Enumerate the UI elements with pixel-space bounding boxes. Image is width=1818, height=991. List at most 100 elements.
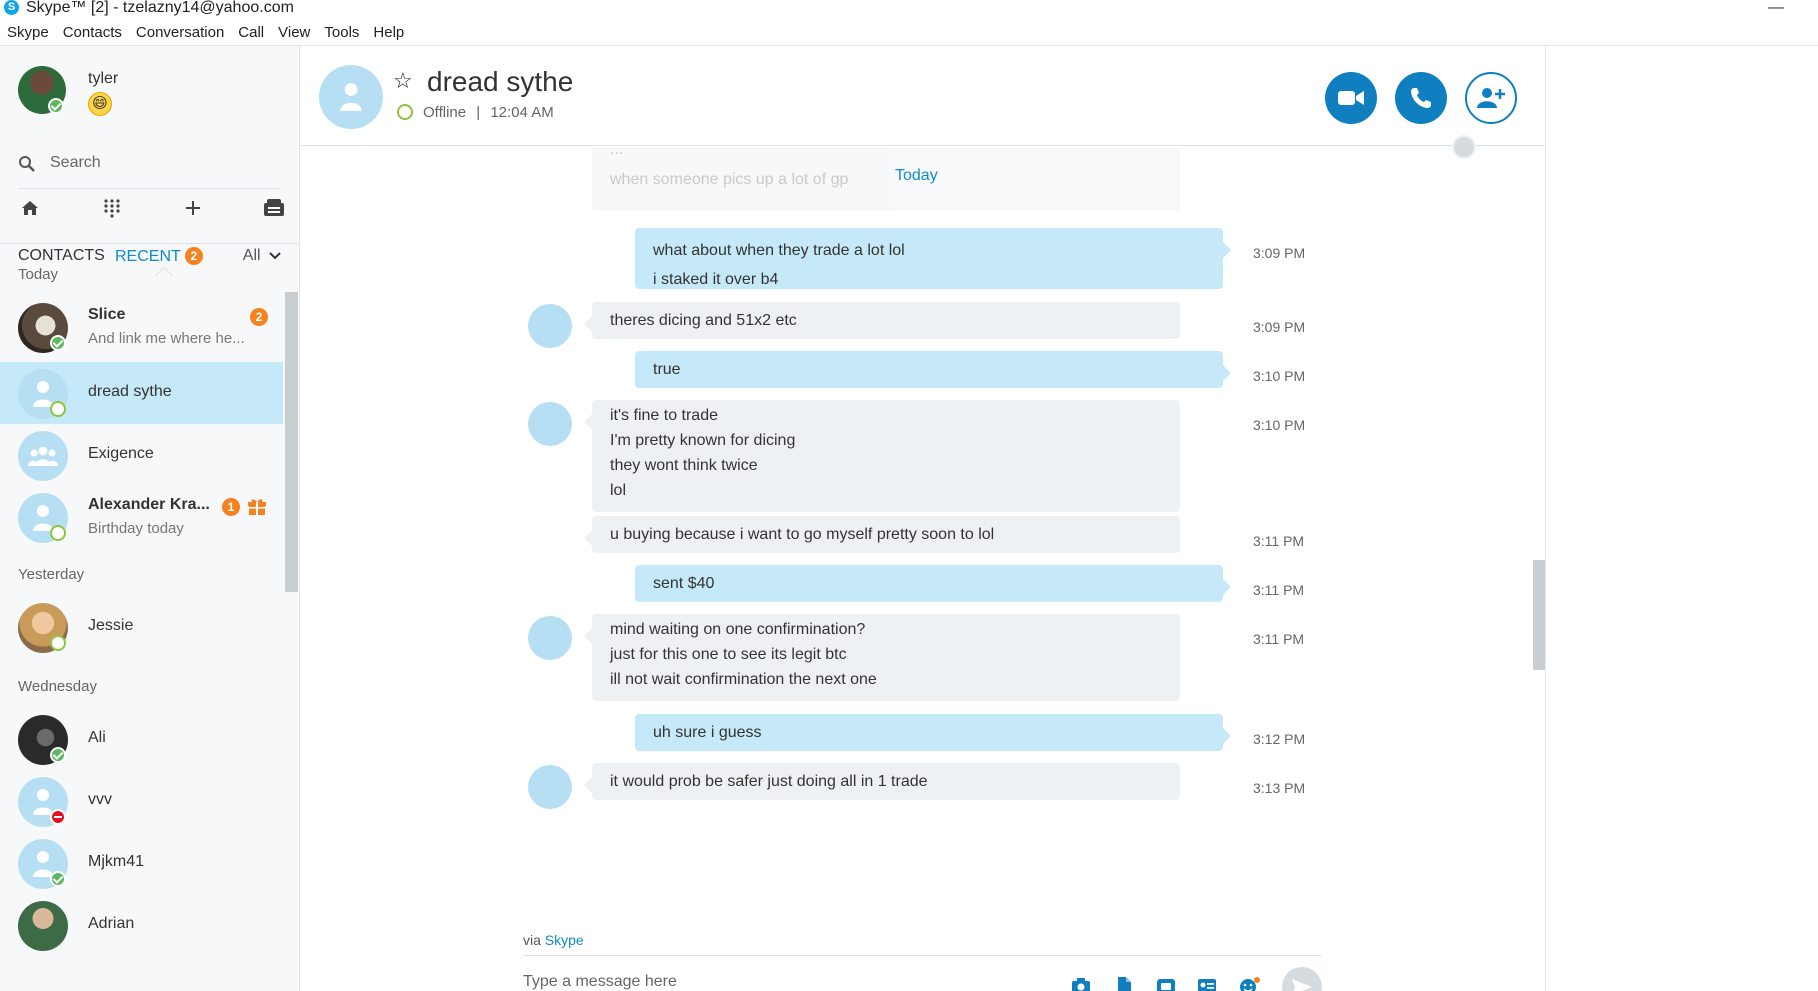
via-prefix: via <box>523 932 541 948</box>
last-seen-time: 12:04 AM <box>490 104 554 121</box>
message-time: 3:13 PM <box>1253 780 1306 796</box>
message-line: true <box>653 361 681 378</box>
contact-row-alexander[interactable]: Alexander Kra... Birthday today 1 <box>0 486 283 548</box>
unread-badge: 2 <box>250 308 268 326</box>
message-line: I'm pretty known for dicing <box>610 432 796 449</box>
menu-conversation[interactable]: Conversation <box>129 22 231 44</box>
sender-avatar <box>528 304 572 348</box>
video-call-button[interactable] <box>1325 72 1377 124</box>
profile-name: tyler <box>88 70 119 87</box>
contact-name: Ali <box>88 729 106 746</box>
contact-row-slice[interactable]: Slice And link me where he... 2 <box>0 296 283 358</box>
menu-view[interactable]: View <box>271 22 317 44</box>
search-icon <box>19 156 35 172</box>
conversation-header: ☆ dread sythe Offline | 12:04 AM <box>301 46 1545 146</box>
contact-name: Jessie <box>88 617 134 634</box>
gift-icon <box>248 499 266 515</box>
emoticon-icon[interactable] <box>1239 977 1261 991</box>
message-time: 3:10 PM <box>1253 417 1306 433</box>
message-line: uh sure i guess <box>653 724 762 741</box>
message-bubble-incoming[interactable]: u buying because i want to go myself pre… <box>584 516 1180 553</box>
message-bubble-incoming[interactable]: mind waiting on one confirmination? just… <box>584 614 1180 701</box>
menu-contacts[interactable]: Contacts <box>56 22 129 44</box>
faded-message: ... when someone pics up a lot of gp <box>592 147 1180 211</box>
profile-header[interactable]: tyler 😄 <box>18 66 278 126</box>
message-preview: And link me where he... <box>88 330 245 347</box>
message-bubble-incoming[interactable]: it would prob be safer just doing all in… <box>584 763 1180 800</box>
send-photo-icon[interactable] <box>1071 977 1091 991</box>
contact-name: vvv <box>88 791 112 808</box>
send-file-icon[interactable] <box>1114 977 1134 991</box>
add-participant-button[interactable] <box>1465 72 1517 124</box>
audio-call-button[interactable] <box>1395 72 1447 124</box>
message-line: mind waiting on one confirmination? <box>610 621 866 638</box>
message-time: 3:09 PM <box>1253 245 1306 261</box>
message-bubble-outgoing[interactable]: sent $40 <box>635 565 1231 602</box>
message-input[interactable]: Type a message here <box>523 973 677 991</box>
nav-toolbar <box>18 196 286 226</box>
search-divider <box>18 188 280 189</box>
favorite-star-icon[interactable]: ☆ <box>393 68 413 94</box>
contact-row-adrian[interactable]: Adrian <box>0 894 283 956</box>
message-line: just for this one to see its legit btc <box>610 646 847 663</box>
message-time: 3:12 PM <box>1253 731 1306 747</box>
group-avatar-icon <box>18 431 68 481</box>
menu-help[interactable]: Help <box>366 22 411 44</box>
search-box[interactable]: Search <box>18 150 280 189</box>
sender-avatar <box>528 765 572 809</box>
message-preview: Birthday today <box>88 520 184 537</box>
online-status-icon <box>50 747 66 763</box>
contact-name: Adrian <box>88 915 135 932</box>
message-bubble-outgoing[interactable]: what about when they trade a lot lol i s… <box>635 228 1231 289</box>
message-bubble-outgoing[interactable]: uh sure i guess <box>635 714 1231 751</box>
contact-row-vvv[interactable]: vvv <box>0 770 283 832</box>
menu-skype[interactable]: Skype <box>0 22 56 44</box>
video-message-icon[interactable] <box>1156 977 1176 991</box>
contact-row-dread-sythe[interactable]: dread sythe <box>0 362 283 424</box>
menu-call[interactable]: Call <box>231 22 271 44</box>
skype-logo-icon: S <box>4 0 19 15</box>
conversation-title: dread sythe <box>427 66 574 97</box>
contact-name: Alexander Kra... <box>88 496 210 513</box>
contact-avatar[interactable] <box>319 65 383 129</box>
message-line: it would prob be safer just doing all in… <box>610 773 928 790</box>
mood-emoji-icon[interactable]: 😄 <box>88 92 112 116</box>
contact-row-exigence[interactable]: Exigence <box>0 424 283 486</box>
menu-tools[interactable]: Tools <box>317 22 366 44</box>
chat-scrollbar[interactable] <box>1533 560 1545 670</box>
unread-badge: 1 <box>222 498 240 516</box>
offline-status-icon <box>50 635 66 651</box>
contact-row-ali[interactable]: Ali <box>0 708 283 770</box>
phone-contacts-icon[interactable] <box>262 196 286 220</box>
message-line: u buying because i want to go myself pre… <box>610 526 995 543</box>
offline-status-icon <box>50 401 66 417</box>
send-button[interactable] <box>1282 967 1322 991</box>
contact-row-mjkm41[interactable]: Mjkm41 <box>0 832 283 894</box>
sidebar-scrollbar[interactable] <box>285 292 298 592</box>
skype-link[interactable]: Skype <box>545 932 584 948</box>
skype-window: S Skype™ [2] - tzelazny14@yahoo.com — Sk… <box>0 0 1818 991</box>
via-skype-label: via Skype <box>523 932 584 948</box>
online-status-icon <box>50 335 66 351</box>
group-today: Today <box>18 266 59 283</box>
message-line: what about when they trade a lot lol <box>653 242 905 259</box>
online-status-icon <box>48 98 64 114</box>
message-line: they wont think twice <box>610 457 758 474</box>
contact-name: Mjkm41 <box>88 853 145 870</box>
minimize-button[interactable]: — <box>1766 0 1786 16</box>
search-input[interactable]: Search <box>50 154 101 172</box>
dialpad-icon[interactable] <box>100 196 124 220</box>
offline-status-icon <box>397 104 413 120</box>
home-icon[interactable] <box>18 196 42 220</box>
message-bubble-outgoing[interactable]: true <box>635 351 1231 388</box>
contact-status-line: Offline | 12:04 AM <box>397 104 554 121</box>
avatar <box>18 901 68 951</box>
add-plus-icon[interactable] <box>181 196 205 220</box>
message-bubble-incoming[interactable]: it's fine to trade I'm pretty known for … <box>584 400 1180 512</box>
window-title: Skype™ [2] - tzelazny14@yahoo.com <box>26 0 294 16</box>
message-line: ill not wait confirmination the next one <box>610 671 877 688</box>
contact-row-jessie[interactable]: Jessie <box>0 596 283 658</box>
sender-avatar <box>528 402 572 446</box>
message-bubble-incoming[interactable]: theres dicing and 51x2 etc <box>584 302 1180 339</box>
send-contacts-icon[interactable] <box>1197 977 1217 991</box>
